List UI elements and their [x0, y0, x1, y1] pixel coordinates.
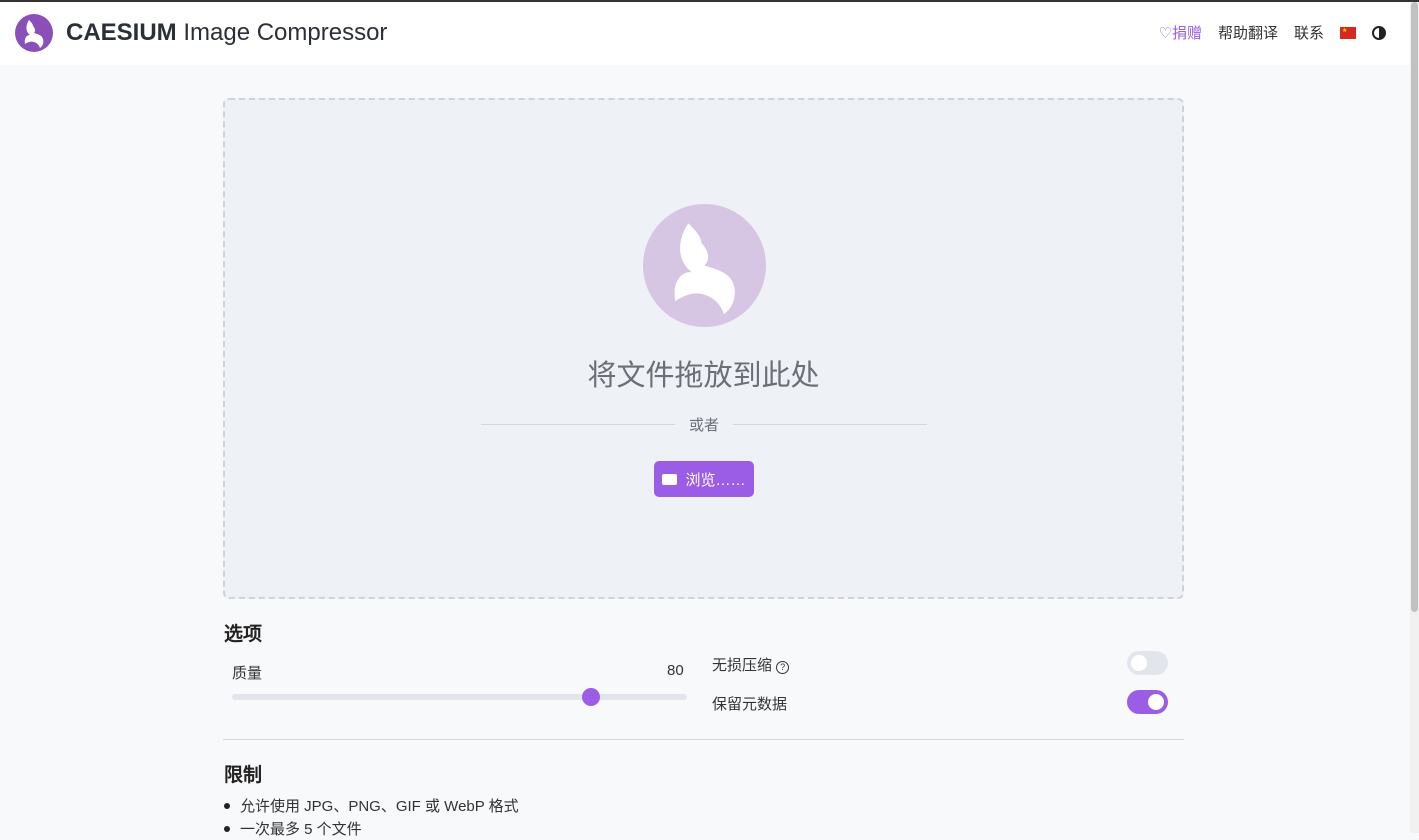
scrollbar[interactable]: [1410, 2, 1419, 833]
browse-label: 浏览……: [685, 471, 746, 489]
help-icon[interactable]: ?: [776, 661, 790, 674]
list-item: 允许使用 JPG、PNG、GIF 或 WebP 格式: [224, 794, 519, 817]
lossless-toggle[interactable]: [1127, 651, 1168, 675]
drop-text: 将文件拖放到此处: [587, 360, 820, 392]
browse-button[interactable]: 浏览……: [654, 461, 754, 497]
lossless-label: 无损压缩 ?: [712, 654, 790, 675]
quality-slider-thumb[interactable]: [582, 688, 601, 706]
caesium-logo-icon: [643, 204, 766, 327]
metadata-toggle[interactable]: [1127, 690, 1168, 714]
or-divider: 或者: [481, 414, 928, 435]
divider: [223, 739, 1184, 740]
list-item: 一次最多 5 个文件: [224, 817, 519, 840]
scrollbar-thumb[interactable]: [1411, 2, 1418, 612]
folder-icon: [662, 473, 678, 485]
app-title: CAESIUM Image Compressor: [66, 19, 387, 47]
theme-toggle-icon[interactable]: [1372, 25, 1386, 40]
file-dropzone[interactable]: 将文件拖放到此处 或者 浏览……: [223, 98, 1184, 599]
top-nav: ♡捐赠 帮助翻译 联系: [1159, 22, 1386, 43]
limits-heading: 限制: [224, 765, 263, 786]
header: CAESIUM Image Compressor ♡捐赠 帮助翻译 联系: [0, 2, 1410, 65]
quality-slider[interactable]: [232, 688, 687, 706]
brand-bold: CAESIUM: [66, 19, 177, 46]
china-flag-icon[interactable]: [1340, 26, 1356, 39]
quality-value: 80: [667, 662, 684, 679]
brand-rest: Image Compressor: [176, 19, 388, 46]
contact-link[interactable]: 联系: [1294, 22, 1324, 43]
limits-list: 允许使用 JPG、PNG、GIF 或 WebP 格式 一次最多 5 个文件: [224, 794, 519, 840]
caesium-logo-icon[interactable]: [15, 14, 53, 52]
options-heading: 选项: [224, 624, 263, 645]
quality-label: 质量: [232, 665, 263, 682]
metadata-label: 保留元数据: [712, 696, 788, 713]
translate-link[interactable]: 帮助翻译: [1218, 22, 1278, 43]
lossless-text: 无损压缩: [712, 657, 773, 674]
donate-link[interactable]: ♡捐赠: [1159, 22, 1202, 43]
or-label: 或者: [689, 417, 720, 434]
